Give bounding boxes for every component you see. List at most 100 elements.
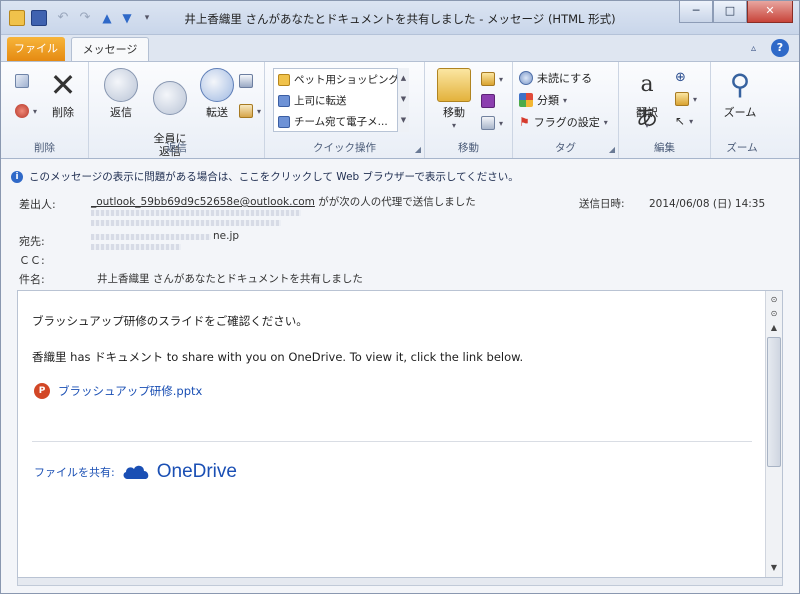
forward-label: 転送 [206,106,228,119]
title-bar: ↶ ↷ ▲ ▼ ▾ 井上香織里 さんがあなたとドキュメントを共有しました - メ… [1,1,799,35]
from-value: _outlook_59bb69d9c52658e@outlook.com がが次… [91,194,476,209]
ribbon-group-editing: aあ 翻訳 ▾ ⊕ ▾ ↖ ▾ 編集 [619,62,711,158]
translate-button[interactable]: aあ 翻訳 ▾ [625,68,669,132]
follow-up-label: フラグの設定 [533,116,600,129]
onedrive-logo-text: OneDrive [156,461,237,482]
respond-group-label: 返信 [166,142,187,154]
follow-up-dropdown-icon: ▾ [603,117,608,127]
magnifier-icon: ⚲ [729,68,751,101]
delete-icon: ✕ [49,66,77,104]
categorize-button[interactable]: 分類 ▾ [519,92,567,108]
onedrive-cloud-icon [123,465,149,479]
ribbon-group-tags: 未読にする 分類 ▾ ⚑ フラグの設定 ▾ タグ ◢ [513,62,619,158]
quick-steps-scrollbar[interactable]: ▲ ▼ ▼ [397,68,409,132]
mark-unread-icon [519,71,533,85]
from-redacted [91,210,301,216]
quick-steps-launcher-icon[interactable]: ◢ [415,145,421,154]
ribbon-group-quick-steps: ペット用ショッピング 上司に転送 チーム宛て電子メ... ▲ ▼ ▼ クイック操… [265,62,425,158]
zoom-group-label: ズーム [726,142,758,154]
delete-label: 削除 [52,106,74,119]
junk-dropdown-icon: ▾ [33,106,38,116]
info-bar[interactable]: i このメッセージの表示に問題がある場合は、ここをクリックして Web ブラウザ… [11,169,519,184]
minimize-ribbon-icon[interactable]: ▵ [751,43,763,55]
tags-launcher-icon[interactable]: ◢ [609,145,615,154]
to-domain[interactable]: ne.jp [213,230,239,242]
quick-step-item[interactable]: ペット用ショッピング [274,69,408,90]
more-respond-icon [239,104,253,118]
scroll-down-icon[interactable]: ▼ [398,89,409,110]
more-respond-dropdown-icon: ▾ [257,106,262,116]
ribbon-group-move: 移動 ▾ ▾ ▾ 移動 [425,62,513,158]
mark-unread-button[interactable]: 未読にする [519,70,592,86]
message-body[interactable]: ブラッシュアップ研修のスライドをご確認ください。 香織里 has ドキュメント … [17,290,783,578]
delete-button[interactable]: ✕ 削除 [41,68,85,119]
quick-step-item[interactable]: 上司に転送 [274,90,408,111]
info-icon: i [11,170,23,183]
help-icon[interactable]: ? [771,39,789,57]
ignore-icon [15,74,29,88]
tab-file[interactable]: ファイル [7,37,65,61]
tab-message[interactable]: メッセージ [71,37,149,62]
ignore-button[interactable] [15,74,29,88]
follow-up-button[interactable]: ⚑ フラグの設定 ▾ [519,114,608,130]
scroll-up-icon[interactable]: ▲ [398,68,409,89]
move-button[interactable]: 移動 ▾ [431,68,477,132]
reply-button[interactable]: 返信 [99,68,143,119]
actions-button[interactable]: ▾ [481,116,503,130]
onedrive-footer[interactable]: ファイルを共有: OneDrive [34,461,237,483]
page-up-icon[interactable]: ⊙ [767,293,781,307]
onedrive-prefix: ファイルを共有: [34,466,115,479]
scroll-down-arrow[interactable]: ▼ [767,561,781,575]
binoculars-icon: ⊕ [675,70,686,85]
to-label: 宛先: [19,235,45,248]
maximize-button[interactable]: □ [713,1,747,23]
attachment-name[interactable]: ブラッシュアップ研修.pptx [58,383,202,399]
reply-all-icon [153,81,187,115]
bottom-frame [17,578,783,586]
cc-label: ＣＣ: [19,254,45,267]
zoom-button[interactable]: ⚲ ズーム [715,68,765,119]
rules-icon [481,72,495,86]
quick-steps-group-label: クイック操作 [313,142,376,154]
quick-step-label: チーム宛て電子メ... [294,116,388,128]
minimize-button[interactable]: ─ [679,1,713,23]
body-line-1: ブラッシュアップ研修のスライドをご確認ください。 [32,314,308,328]
scroll-thumb[interactable] [767,337,781,467]
forward-icon [200,68,234,102]
attachment-link[interactable]: P ブラッシュアップ研修.pptx [34,383,202,399]
zoom-label: ズーム [723,106,757,119]
actions-icon [481,116,495,130]
onenote-button[interactable] [481,94,495,108]
quick-step-item[interactable]: チーム宛て電子メ... [274,111,408,132]
to-redacted [91,244,181,250]
more-icon[interactable]: ▼ [398,110,409,131]
select-button[interactable]: ↖ ▾ [675,114,693,128]
rules-button[interactable]: ▾ [481,72,503,86]
forward-button[interactable]: 転送 [195,68,239,119]
move-group-label: 移動 [458,142,479,154]
meeting-button[interactable] [239,74,253,88]
junk-button[interactable]: ▾ [15,104,37,118]
ribbon: ▾ ✕ 削除 削除 返信 全員に 返信 転送 ▾ 返信 ペット用ショッピング 上… [1,61,799,159]
related-button[interactable]: ▾ [675,92,697,106]
sent-label: 送信日時: [579,198,625,210]
categorize-icon [519,93,533,107]
vertical-scrollbar[interactable]: ⊙ ⊙ ▲ ▼ [765,291,782,577]
more-respond-button[interactable]: ▾ [239,104,261,118]
scroll-up-arrow[interactable]: ▲ [767,321,781,335]
ribbon-group-delete: ▾ ✕ 削除 削除 [1,62,89,158]
window-controls: ─ □ ✕ [679,1,793,23]
quick-step-label: 上司に転送 [294,95,347,107]
meeting-icon [239,74,253,88]
related-icon [675,92,689,106]
related-dropdown-icon: ▾ [693,94,698,104]
find-button[interactable]: ⊕ [675,70,686,85]
close-button[interactable]: ✕ [747,1,793,23]
info-bar-text: このメッセージの表示に問題がある場合は、ここをクリックして Web ブラウザーで… [29,171,519,183]
ribbon-group-zoom: ⚲ ズーム ズーム [711,62,773,158]
editing-group-label: 編集 [654,142,675,154]
from-address[interactable]: _outlook_59bb69d9c52658e@outlook.com [91,196,315,208]
categorize-label: 分類 [537,94,559,107]
page-down-icon[interactable]: ⊙ [767,307,781,321]
flag-icon: ⚑ [519,115,530,129]
